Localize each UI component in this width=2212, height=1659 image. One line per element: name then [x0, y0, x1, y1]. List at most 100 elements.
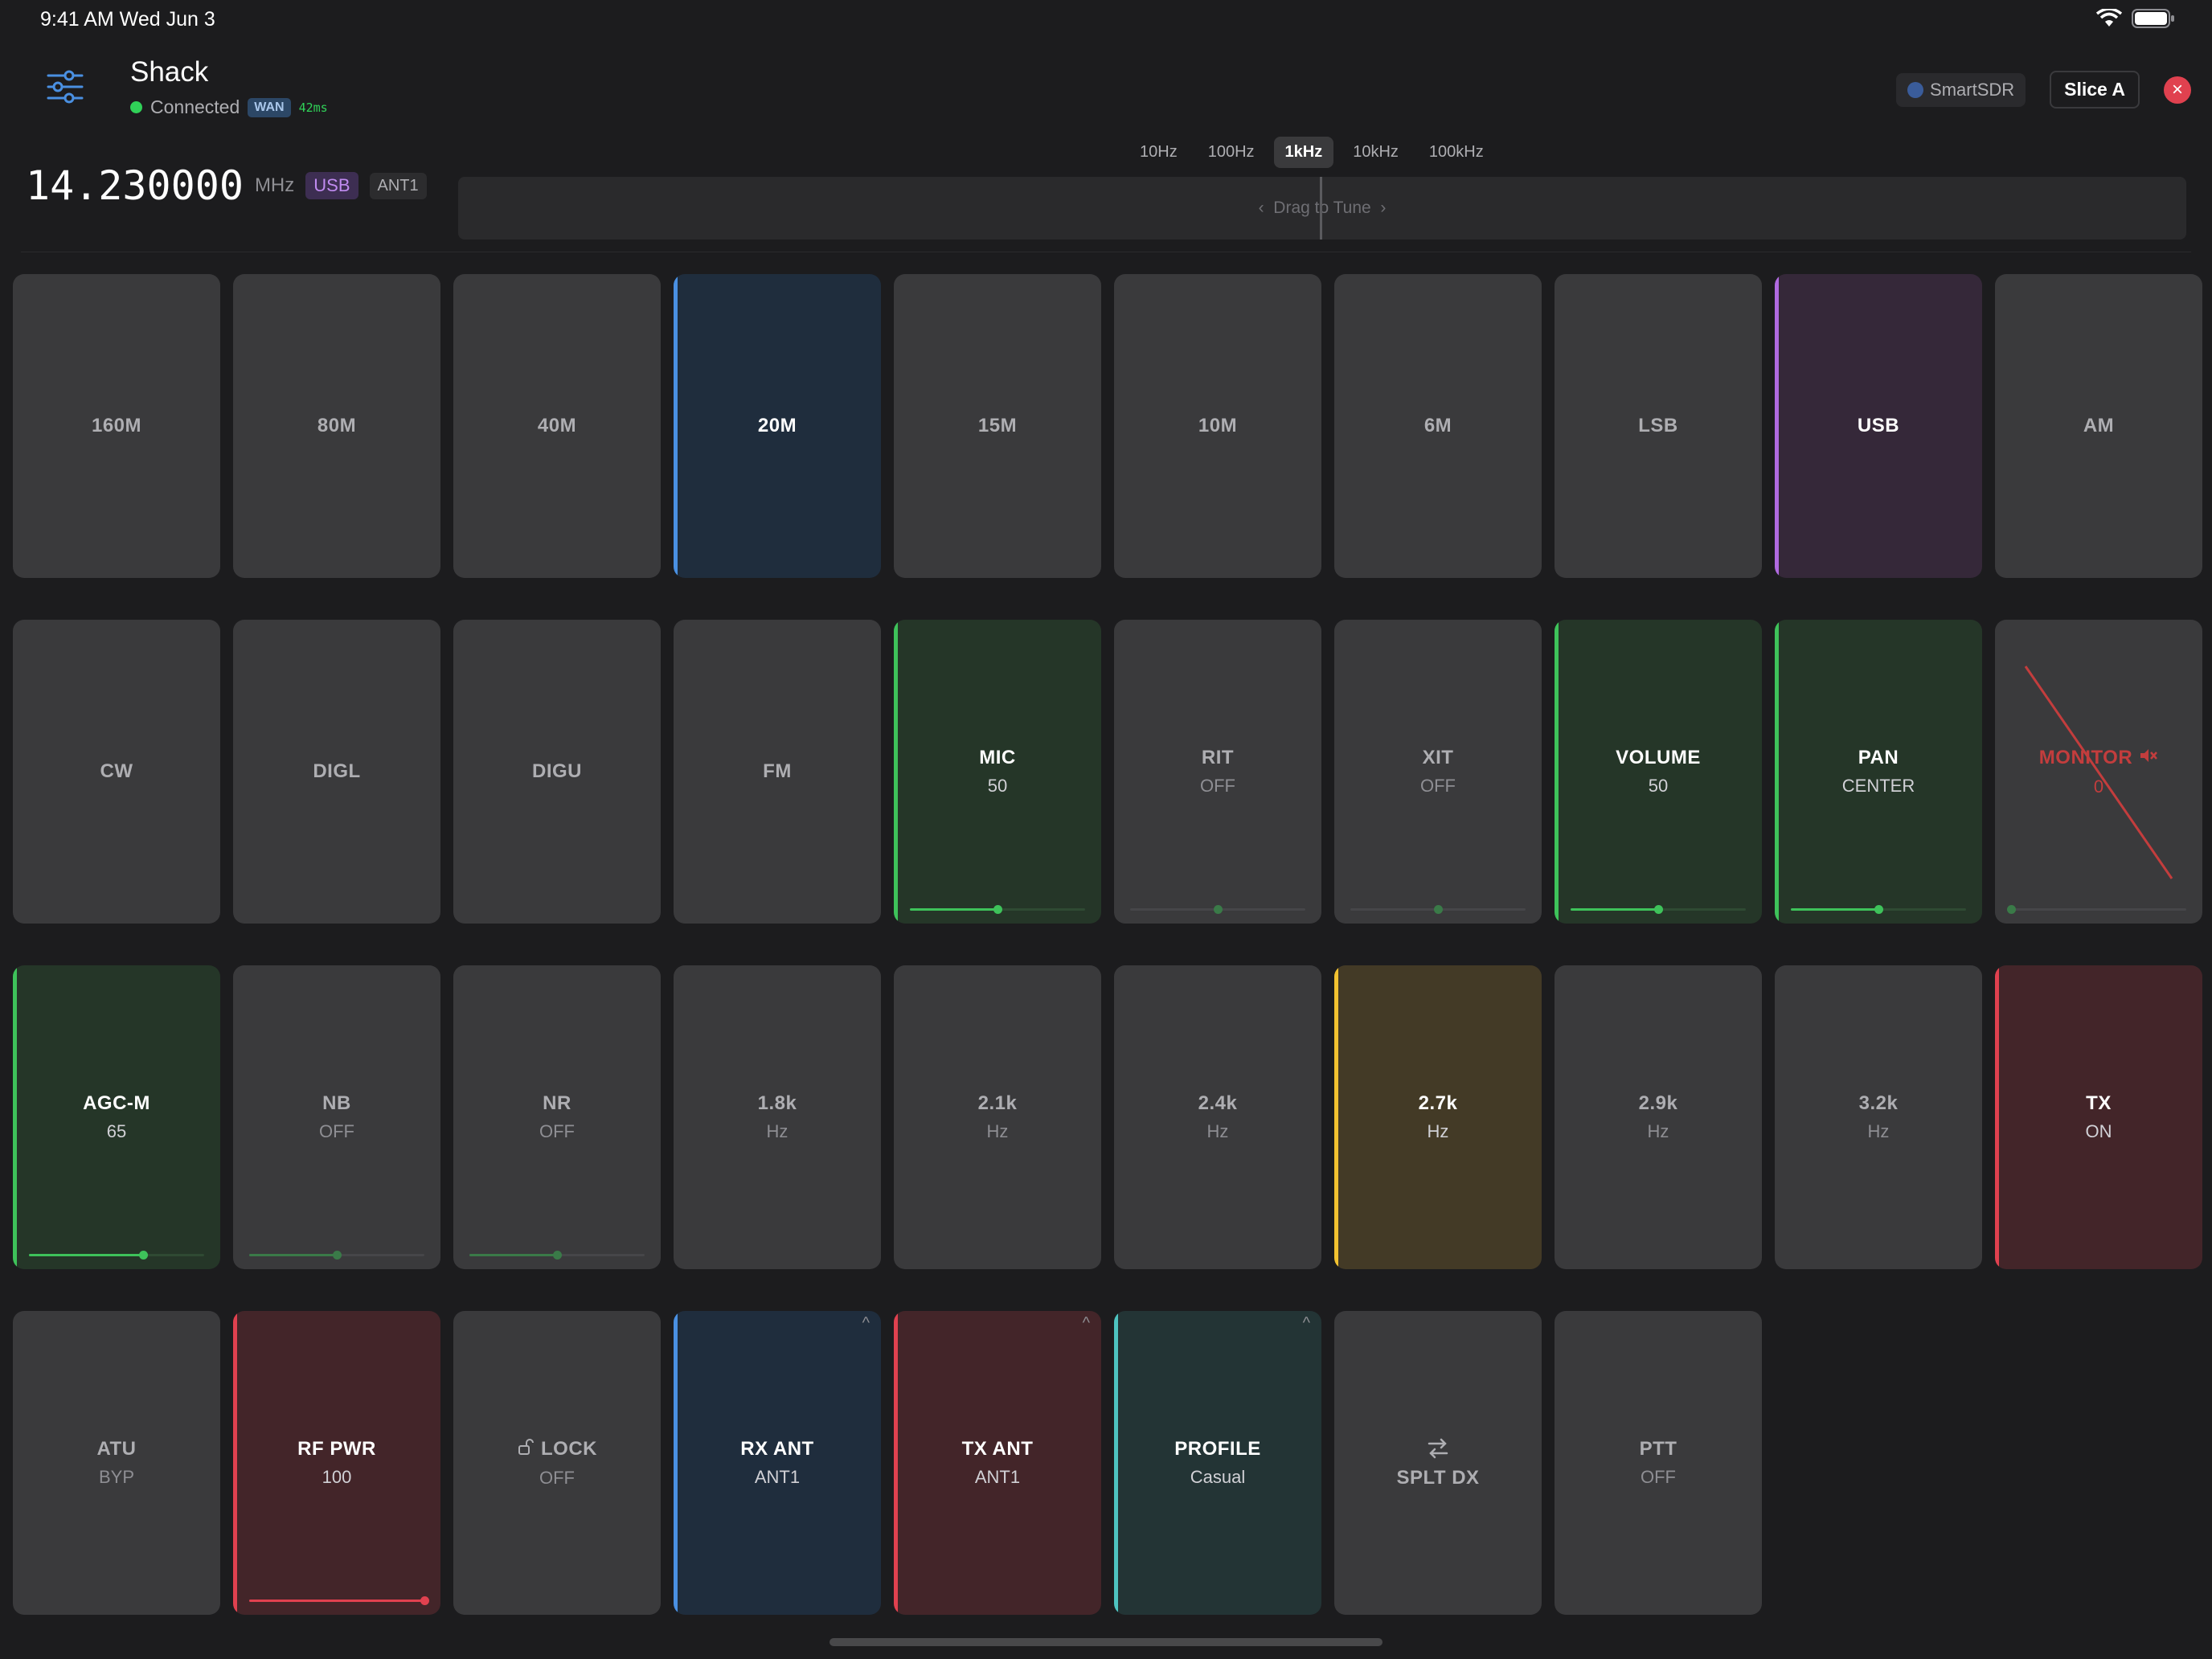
status-icons [2096, 8, 2175, 29]
tile-label: 160M [92, 415, 141, 437]
tile-15m[interactable]: 15M [894, 274, 1101, 578]
close-button[interactable]: × [2164, 76, 2191, 104]
slider-knob[interactable] [333, 1251, 342, 1260]
step-100khz[interactable]: 100kHz [1418, 137, 1495, 168]
tile-10m[interactable]: 10M [1114, 274, 1321, 578]
tile-label-text: RIT [1201, 747, 1235, 768]
tile-1-8k[interactable]: 1.8k Hz [674, 965, 881, 1269]
tile-value: BYP [98, 1467, 135, 1487]
tile-label: AM [2083, 415, 2114, 437]
tile-pan[interactable]: PAN CENTER [1775, 620, 1982, 924]
level-slider[interactable] [29, 1251, 204, 1260]
level-slider[interactable] [910, 905, 1085, 914]
tile-am[interactable]: AM [1995, 274, 2202, 578]
tile-rf-pwr[interactable]: RF PWR 100 [233, 1311, 440, 1615]
tile-monitor[interactable]: MONITOR 0 [1995, 620, 2202, 924]
tile-tx-ant[interactable]: ^ TX ANT ANT1 [894, 1311, 1101, 1615]
tile-atu[interactable]: ATU BYP [13, 1311, 220, 1615]
tile-value: Hz [986, 1121, 1009, 1141]
tile-xit[interactable]: XIT OFF [1334, 620, 1542, 924]
tile-40m[interactable]: 40M [453, 274, 661, 578]
level-slider[interactable] [469, 1251, 645, 1260]
slider-knob[interactable] [420, 1596, 429, 1605]
step-1khz[interactable]: 1kHz [1273, 137, 1334, 168]
tile-digl[interactable]: DIGL [233, 620, 440, 924]
frequency-value[interactable]: 14.230000 [26, 162, 244, 209]
tile-usb[interactable]: USB [1775, 274, 1982, 578]
slider-knob[interactable] [993, 905, 1002, 914]
slider-knob[interactable] [1434, 905, 1443, 914]
tile-2-1k[interactable]: 2.1k Hz [894, 965, 1101, 1269]
tile-value: Hz [1647, 1121, 1669, 1141]
tile-splt-dx[interactable]: SPLT DX [1334, 1311, 1542, 1615]
tile-label: 6M [1424, 415, 1452, 437]
tile-label-text: 10M [1198, 415, 1238, 436]
level-slider[interactable] [249, 1251, 424, 1260]
tile-value: OFF [1200, 776, 1235, 796]
tile-nr[interactable]: NR OFF [453, 965, 661, 1269]
muted-strike-icon [2024, 666, 2173, 879]
step-10khz[interactable]: 10kHz [1342, 137, 1410, 168]
slider-knob[interactable] [1214, 905, 1223, 914]
tile-label: PTT [1640, 1438, 1677, 1460]
tile-profile[interactable]: ^ PROFILE Casual [1114, 1311, 1321, 1615]
tile-label: FM [763, 760, 792, 783]
smartsdr-icon [1907, 81, 1924, 98]
tile-nb[interactable]: NB OFF [233, 965, 440, 1269]
tile-lsb[interactable]: LSB [1555, 274, 1762, 578]
unlock-icon [517, 1438, 535, 1461]
slider-knob[interactable] [1654, 905, 1663, 914]
tile-label-text: FM [763, 760, 792, 782]
smartsdr-badge[interactable]: SmartSDR [1896, 72, 2026, 107]
level-slider[interactable] [1350, 905, 1526, 914]
tile-tx[interactable]: TX ON [1995, 965, 2202, 1269]
tile-mic[interactable]: MIC 50 [894, 620, 1101, 924]
mode-badge: USB [305, 172, 358, 199]
active-indicator-bar [233, 1311, 237, 1615]
tile-fm[interactable]: FM [674, 620, 881, 924]
tile-cw[interactable]: CW [13, 620, 220, 924]
tile-ptt[interactable]: PTT OFF [1555, 1311, 1762, 1615]
tile-rx-ant[interactable]: ^ RX ANT ANT1 [674, 1311, 881, 1615]
tile-value: OFF [539, 1467, 575, 1488]
tile-6m[interactable]: 6M [1334, 274, 1542, 578]
tile-2-4k[interactable]: 2.4k Hz [1114, 965, 1321, 1269]
slider-knob[interactable] [138, 1251, 148, 1260]
frequency-unit: MHz [254, 174, 295, 196]
tile-80m[interactable]: 80M [233, 274, 440, 578]
tile-agc-m[interactable]: AGC-M 65 [13, 965, 220, 1269]
slice-selector-button[interactable]: Slice A [2050, 71, 2140, 109]
level-slider[interactable] [1571, 905, 1746, 914]
tile-160m[interactable]: 160M [13, 274, 220, 578]
tile-2-9k[interactable]: 2.9k Hz [1555, 965, 1762, 1269]
tile-value: OFF [319, 1121, 354, 1141]
level-slider[interactable] [1791, 905, 1966, 914]
tile-label: LOCK [517, 1438, 597, 1461]
slider-knob[interactable] [553, 1251, 562, 1260]
tile-label: PROFILE [1174, 1438, 1261, 1460]
tile-20m[interactable]: 20M [674, 274, 881, 578]
level-slider[interactable] [1130, 905, 1305, 914]
active-indicator-bar [1114, 1311, 1118, 1615]
slider-knob[interactable] [1874, 905, 1883, 914]
sliders-menu-button[interactable] [45, 69, 85, 104]
level-slider[interactable] [249, 1596, 429, 1605]
control-grid: 160M 80M 40M 20M 15M 10M 6M LSB USB AM CW DIGL DIGU F… [13, 274, 2202, 1615]
tile-digu[interactable]: DIGU [453, 620, 661, 924]
tile-rit[interactable]: RIT OFF [1114, 620, 1321, 924]
active-indicator-bar [1995, 965, 1999, 1269]
tile-lock[interactable]: LOCK OFF [453, 1311, 661, 1615]
tile-label: CW [100, 760, 133, 783]
frequency-display: 14.230000 MHz USB ANT1 [26, 162, 427, 209]
tile-label: TX [2086, 1092, 2112, 1115]
drag-tuner[interactable]: ‹ Drag to Tune › [458, 177, 2186, 240]
step-10hz[interactable]: 10Hz [1129, 137, 1189, 168]
tile-volume[interactable]: VOLUME 50 [1555, 620, 1762, 924]
tile-label-text: CW [100, 760, 133, 782]
tile-2-7k[interactable]: 2.7k Hz [1334, 965, 1542, 1269]
step-100hz[interactable]: 100Hz [1197, 137, 1266, 168]
swap-arrows-icon [1426, 1437, 1450, 1464]
active-indicator-bar [674, 1311, 678, 1615]
tile-label: USB [1858, 415, 1899, 437]
tile-3-2k[interactable]: 3.2k Hz [1775, 965, 1982, 1269]
